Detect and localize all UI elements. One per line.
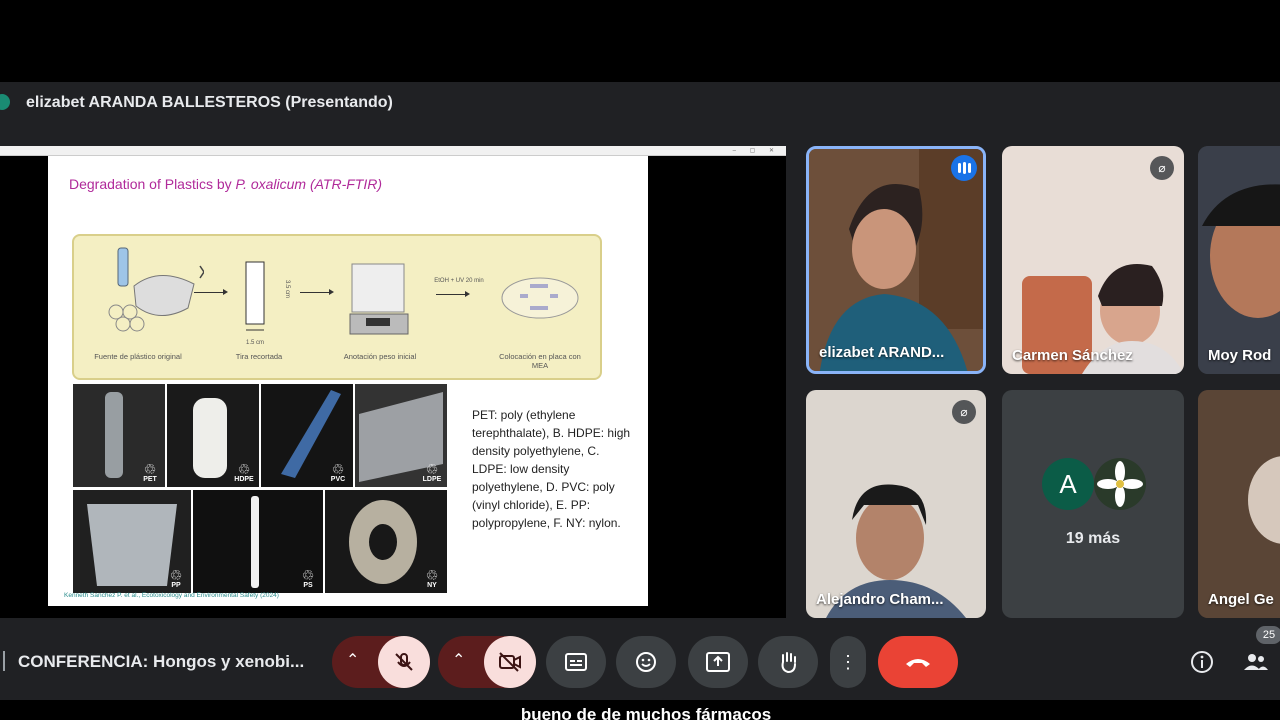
slide-legend: PET: poly (ethylene terephthalate), B. H… [472, 408, 631, 530]
captions-icon [565, 653, 587, 671]
camera-toggle-button[interactable] [484, 636, 536, 688]
more-participants-tile[interactable]: A 19 más [1002, 390, 1184, 618]
camera-options-chevron-icon[interactable]: ⌃ [452, 650, 465, 670]
more-count-label: 19 más [1065, 530, 1121, 547]
participant-name: Moy Rod [1208, 347, 1272, 364]
emoji-icon [636, 652, 656, 672]
mic-toggle-button[interactable] [378, 636, 430, 688]
people-icon [1244, 654, 1268, 670]
participant-tile-elizabet[interactable]: elizabet ARAND... [806, 146, 986, 374]
treatment-label: EtOH + UV 20 min [434, 278, 484, 284]
participant-tile-angel[interactable]: Angel Ge [1198, 390, 1280, 618]
sample-pvc: ♲ PVC [261, 384, 353, 487]
plastic-samples-grid: ♲ PET ♲ HDPE ♲ PVC ♲ LDPE ♲ PP ♲ PS ♲ NY [73, 384, 447, 594]
mic-muted-icon: ⌀ [1150, 156, 1174, 180]
dim-horizontal: 1.5 cm [246, 340, 265, 346]
presenter-indicator-icon [0, 94, 10, 110]
presenter-title: elizabet ARANDA BALLESTEROS (Presentando… [26, 94, 393, 111]
sample-ps: ♲ PS [193, 490, 323, 593]
more-vert-icon: ⋮ [839, 652, 857, 672]
presenter-bar: elizabet ARANDA BALLESTEROS (Presentando… [0, 82, 1280, 126]
participant-name: Carmen Sánchez [1012, 347, 1133, 364]
sample-ldpe: ♲ LDPE [355, 384, 447, 487]
hand-icon [781, 652, 796, 674]
caption-source: Fuente de plástico original [94, 352, 182, 361]
mic-muted-icon: ⌀ [952, 400, 976, 424]
petri-dish-icon [501, 277, 579, 319]
sample-pp: ♲ PP [73, 490, 191, 593]
present-screen-icon [706, 652, 730, 672]
sample-hdpe: ♲ HDPE [167, 384, 259, 487]
leave-call-button[interactable] [878, 636, 958, 688]
scale-icon [349, 263, 409, 335]
dim-vertical: 3.5 cm [284, 279, 291, 299]
divider [3, 651, 5, 671]
participant-count-badge: 25 [1256, 626, 1280, 644]
meet-window: elizabet ARANDA BALLESTEROS (Presentando… [0, 0, 1280, 720]
window-controls-icon: – ▢ ✕ [732, 148, 780, 154]
slide-citation: Kenneth Sanchez P. et al., Ecotoxicology… [64, 592, 279, 599]
mic-options-chevron-icon[interactable]: ⌃ [346, 650, 359, 670]
participant-video [809, 149, 983, 371]
people-button[interactable] [1242, 650, 1270, 680]
avatar: A [1042, 458, 1094, 510]
present-button[interactable] [688, 636, 748, 688]
flower-avatar-icon [1094, 458, 1146, 510]
mic-control-group: ⌃ [332, 636, 430, 688]
shared-screen[interactable]: – ▢ ✕ Degradation of Plastics by P. oxal… [0, 146, 786, 618]
sample-ny: ♲ NY [325, 490, 447, 593]
participant-video [1198, 146, 1280, 374]
caption-weight: Anotación peso inicial [343, 352, 417, 361]
presentation-slide: Degradation of Plastics by P. oxalicum (… [48, 156, 648, 606]
more-options-button[interactable]: ⋮ [830, 636, 866, 688]
powerpoint-titlebar: – ▢ ✕ [0, 146, 786, 156]
camera-control-group: ⌃ [438, 636, 536, 688]
camera-off-icon [499, 652, 521, 672]
participant-tile-moy[interactable]: Moy Rod [1198, 146, 1280, 374]
meeting-info-button[interactable] [1190, 650, 1214, 680]
participant-name: Alejandro Cham... [816, 591, 944, 608]
participant-name: elizabet ARAND... [819, 344, 945, 361]
slide-title-text: Degradation of Plastics by [69, 176, 236, 192]
slide-title-italic: P. oxalicum (ATR-FTIR) [235, 176, 383, 192]
arrow-icon [194, 289, 228, 295]
speaking-indicator-icon [951, 155, 977, 181]
live-caption: bueno de de muchos fármacos [486, 704, 806, 720]
participant-video [1002, 146, 1184, 374]
raise-hand-button[interactable] [758, 636, 818, 688]
slide-title: Degradation of Plastics by P. oxalicum (… [69, 176, 382, 192]
arrow-icon [436, 291, 470, 297]
hangup-icon [906, 659, 930, 667]
arrow-icon [300, 289, 334, 295]
participant-tile-alejandro[interactable]: ⌀ Alejandro Cham... [806, 390, 986, 618]
info-icon [1191, 651, 1213, 673]
caption-strip: Tira recortada [235, 352, 283, 361]
caption-plate: Colocación en placa con MEA [499, 352, 581, 370]
plastic-source-icon [108, 247, 204, 332]
participant-video [1198, 390, 1280, 618]
meeting-title[interactable]: CONFERENCIA: Hongos y xenobi... [18, 652, 304, 672]
participant-tile-carmen[interactable]: ⌀ Carmen Sánchez [1002, 146, 1184, 374]
participant-name: Angel Ge [1208, 591, 1274, 608]
sample-pet: ♲ PET [73, 384, 165, 487]
mic-off-icon [395, 653, 413, 671]
captions-button[interactable] [546, 636, 606, 688]
reactions-button[interactable] [616, 636, 676, 688]
participant-video [806, 390, 986, 618]
bottom-control-bar: CONFERENCIA: Hongos y xenobi... ⌃ ⌃ ⋮ 25 [0, 626, 1280, 700]
strip-icon [245, 261, 265, 331]
process-diagram: 3.5 cm 1.5 cm EtOH + UV 20 min Fuente de… [72, 234, 602, 380]
